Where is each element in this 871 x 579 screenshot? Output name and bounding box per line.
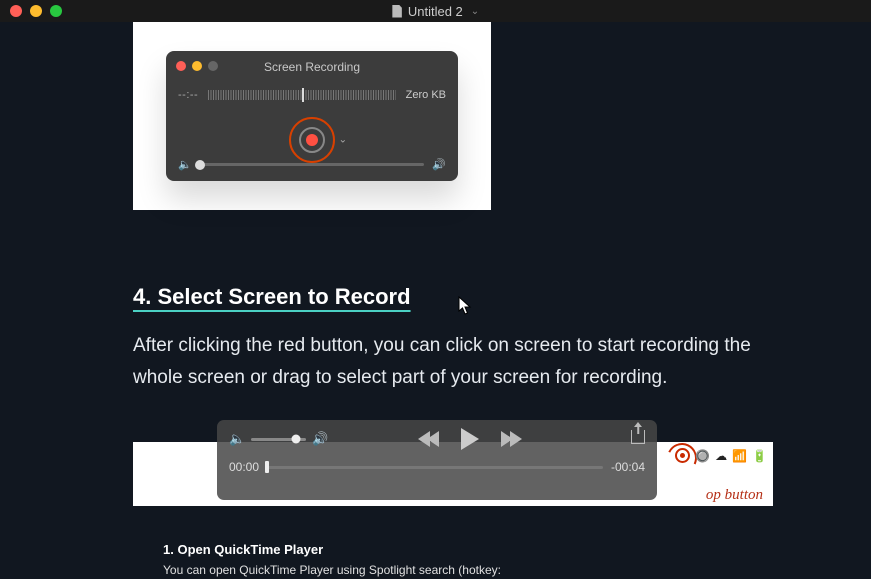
zoom-window-button[interactable] — [50, 5, 62, 17]
volume-thumb — [195, 160, 205, 170]
chevron-down-icon: ⌄ — [339, 135, 347, 146]
quicktime-volume-row: 🔈 🔊 — [178, 158, 446, 171]
stop-recording-menubar-icon — [675, 448, 690, 463]
volume-mute-icon[interactable]: 🔈 — [229, 431, 245, 447]
document-content: er to learn Screen Recording --:-- Zero … — [0, 22, 871, 579]
chevron-down-icon: ⌄ — [471, 6, 479, 17]
quicktime-size: Zero KB — [406, 89, 446, 101]
updates-icon: 🔘 — [695, 449, 710, 463]
sub-document-heading: 1. Open QuickTime Player — [163, 542, 501, 557]
record-icon — [306, 134, 318, 146]
player-remaining: -00:04 — [611, 460, 645, 474]
section-heading: 4. Select Screen to Record — [133, 284, 411, 310]
volume-mute-icon: 🔈 — [178, 158, 192, 171]
screenshot-quicktime-panel: Screen Recording --:-- Zero KB ⌄ 🔈 🔊 — [133, 22, 491, 210]
battery-icon: 🔋 — [752, 449, 767, 463]
player-volume-thumb[interactable] — [292, 435, 301, 444]
volume-high-icon: 🔊 — [432, 158, 446, 171]
record-button — [299, 127, 325, 153]
sub-document-body: You can open QuickTime Player using Spot… — [163, 563, 501, 577]
section-body: After clicking the red button, you can c… — [133, 330, 791, 395]
player-volume-slider[interactable] — [251, 438, 306, 441]
window-titlebar: Untitled 2 ⌄ — [0, 0, 871, 22]
quicktime-info-row: --:-- Zero KB — [178, 89, 446, 101]
document-title: Untitled 2 — [408, 4, 463, 19]
skip-back-button[interactable] — [418, 431, 439, 447]
play-button[interactable] — [461, 428, 479, 450]
player-elapsed: 00:00 — [229, 460, 259, 474]
quicktime-time: --:-- — [178, 89, 198, 101]
document-icon — [392, 5, 402, 18]
video-player-controls: 🔈 🔊 00:00 -00:04 — [217, 420, 657, 500]
window-controls — [0, 5, 62, 17]
audio-level-icon — [208, 90, 395, 100]
player-progress-thumb[interactable] — [265, 461, 269, 473]
minimize-window-button[interactable] — [30, 5, 42, 17]
document-title-group[interactable]: Untitled 2 ⌄ — [392, 4, 479, 19]
cloud-icon: ☁ — [715, 449, 727, 463]
sub-document: 1. Open QuickTime Player You can open Qu… — [163, 542, 501, 577]
quicktime-title: Screen Recording — [166, 60, 458, 74]
share-icon[interactable] — [631, 430, 645, 444]
player-transport — [418, 428, 522, 450]
volume-slider — [200, 163, 425, 166]
skip-forward-button[interactable] — [501, 431, 522, 447]
wifi-icon: 📶 — [732, 449, 747, 463]
player-volume-group: 🔈 🔊 — [229, 431, 328, 447]
cursor-icon — [458, 296, 474, 316]
record-button-highlight: ⌄ — [289, 117, 335, 163]
close-window-button[interactable] — [10, 5, 22, 17]
annotation-stop-label: op button — [706, 487, 763, 504]
volume-high-icon[interactable]: 🔊 — [312, 431, 328, 447]
quicktime-panel: Screen Recording --:-- Zero KB ⌄ 🔈 🔊 — [166, 51, 458, 181]
mac-menubar-icons: 🔘 ☁ 📶 🔋 — [675, 448, 767, 463]
player-progress-slider[interactable] — [267, 466, 603, 469]
